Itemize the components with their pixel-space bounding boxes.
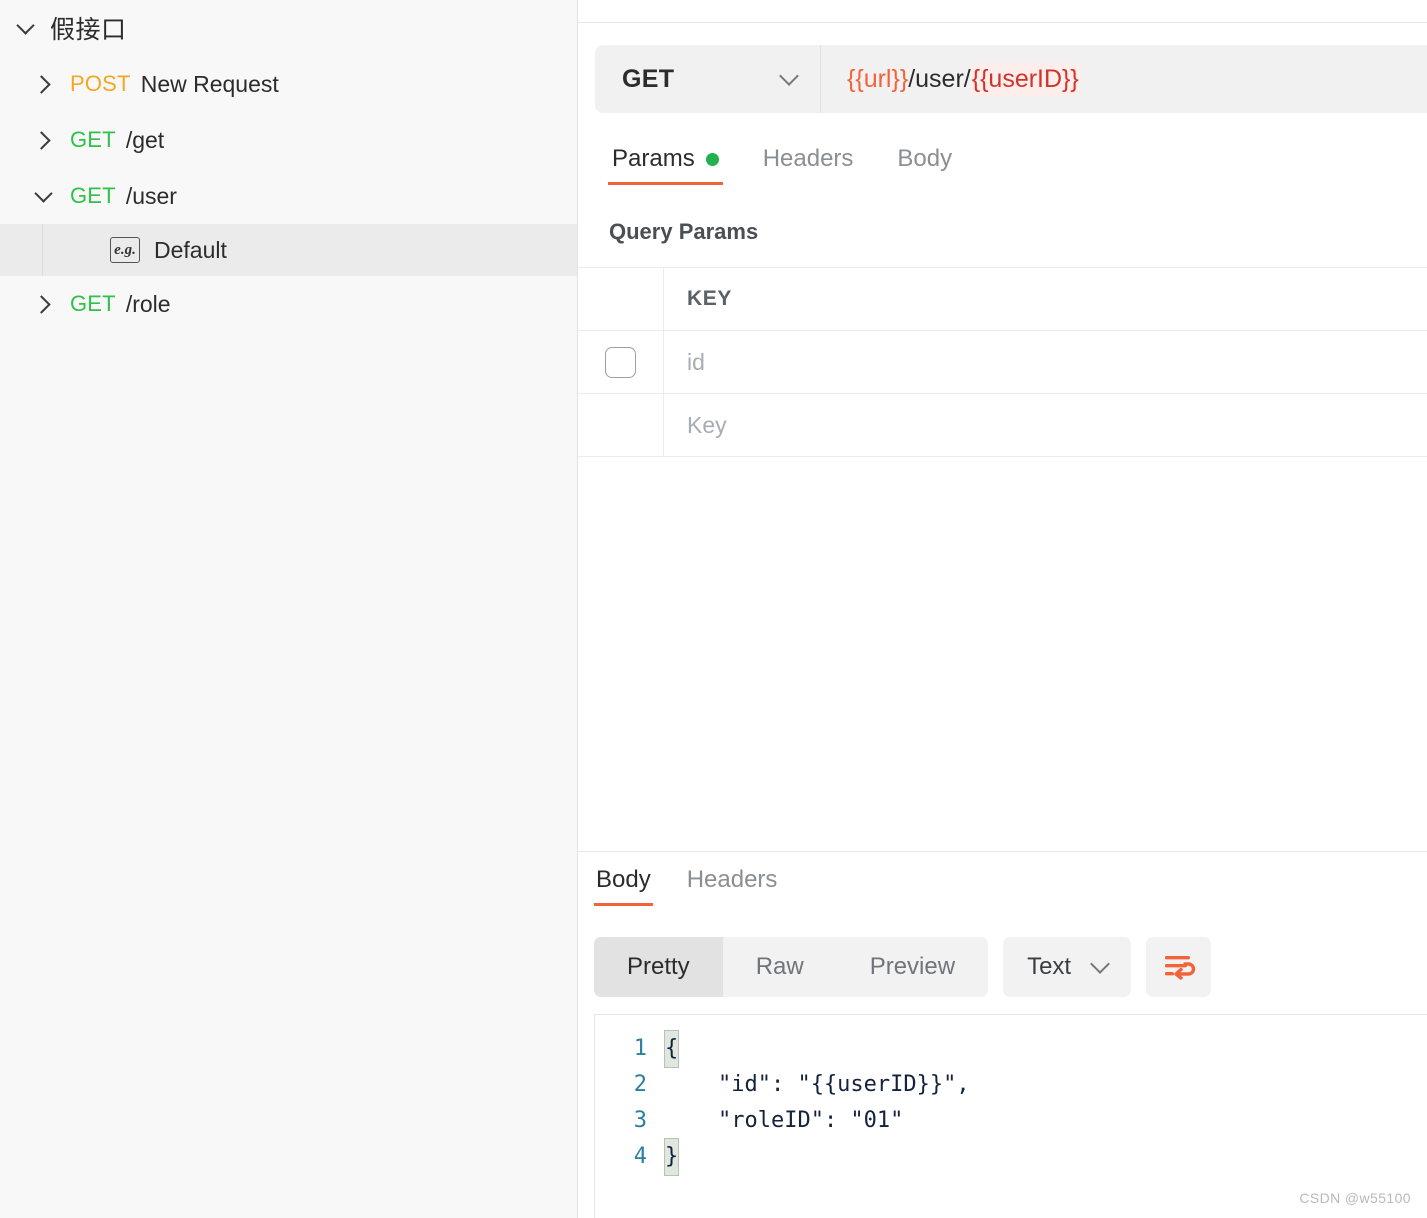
table-header-checkbox-cell: [578, 268, 664, 330]
line-number: 1: [633, 1036, 647, 1061]
tab-body[interactable]: Body: [875, 145, 974, 185]
column-header-key: KEY: [687, 287, 732, 310]
code-line-text: "roleID": "01": [665, 1108, 904, 1133]
row-checkbox-cell[interactable]: [578, 394, 664, 456]
example-name-label: Default: [154, 236, 227, 263]
sidebar-item-new-request[interactable]: POST New Request: [0, 56, 577, 112]
chevron-down-icon[interactable]: [12, 16, 38, 35]
url-bar: GET {{url}}/user/{{userID}}: [595, 45, 1427, 113]
response-divider[interactable]: [578, 851, 1427, 852]
response-format-select[interactable]: Text: [1003, 937, 1132, 997]
response-body-code: 1 { 2 "id": "{{userID}}", 3 "roleID": "0…: [595, 1015, 1427, 1176]
view-mode-raw-label: Raw: [755, 953, 804, 980]
row-checkbox-cell[interactable]: [578, 331, 664, 393]
tab-headers-label: Headers: [762, 145, 854, 172]
params-status-dot-icon: [705, 152, 719, 166]
chevron-right-icon[interactable]: [30, 74, 56, 94]
row-key-cell[interactable]: Key: [664, 394, 1427, 456]
chevron-down-icon[interactable]: [30, 184, 56, 203]
request-name-label: /get: [125, 126, 165, 153]
url-variable-userid: {{userID}}: [970, 62, 1080, 96]
response-toolbar: Pretty Raw Preview Text: [594, 937, 1212, 997]
request-editor-pane: GET {{url}}/user/{{userID}} Params Heade…: [578, 0, 1427, 1218]
row-checkbox[interactable]: [605, 346, 636, 378]
request-method-badge: GET: [70, 127, 116, 152]
tree-guide-line: [42, 224, 43, 276]
url-path-segment: /user/: [908, 64, 971, 93]
tab-body-label: Body: [897, 145, 953, 172]
line-number: 4: [633, 1144, 647, 1169]
table-header-key-cell: KEY: [664, 268, 1427, 330]
app-root: 假接口 POST New Request GET /get GET /user …: [0, 0, 1427, 1218]
view-mode-pretty-label: Pretty: [627, 953, 690, 980]
response-view-mode-group: Pretty Raw Preview: [594, 937, 989, 997]
response-tab-headers[interactable]: Headers: [669, 866, 796, 906]
view-mode-pretty[interactable]: Pretty: [594, 937, 723, 997]
request-method-badge: GET: [70, 183, 116, 208]
chevron-down-icon: [1090, 954, 1110, 976]
word-wrap-icon: [1164, 956, 1195, 980]
response-body-editor[interactable]: 1 { 2 "id": "{{userID}}", 3 "roleID": "0…: [594, 1014, 1427, 1218]
table-row[interactable]: id: [578, 331, 1427, 394]
code-line-text: {: [663, 1030, 680, 1068]
request-method-badge: GET: [70, 291, 116, 316]
chevron-right-icon[interactable]: [30, 130, 56, 150]
sidebar-item-user[interactable]: GET /user: [0, 168, 577, 224]
http-method-select[interactable]: GET: [595, 45, 821, 113]
row-key-cell[interactable]: id: [664, 331, 1427, 393]
top-divider: [578, 22, 1427, 23]
query-params-title: Query Params: [609, 219, 759, 244]
response-format-value: Text: [1027, 953, 1072, 980]
word-wrap-button[interactable]: [1146, 937, 1212, 997]
view-mode-preview-label: Preview: [869, 953, 956, 980]
http-method-value: GET: [622, 64, 675, 93]
code-line-text: }: [663, 1138, 680, 1176]
request-collection-sidebar: 假接口 POST New Request GET /get GET /user …: [0, 0, 578, 1218]
code-line-text: "id": "{{userID}}",: [665, 1072, 970, 1097]
request-name-label: New Request: [140, 70, 279, 97]
url-variable-url: {{url}}: [847, 64, 909, 93]
chevron-right-icon[interactable]: [30, 294, 56, 314]
sidebar-item-role[interactable]: GET /role: [0, 276, 577, 332]
row-key-value: id: [687, 348, 705, 375]
query-params-table: KEY id Key: [578, 267, 1427, 457]
watermark: CSDN @w55100: [1299, 1190, 1411, 1206]
code-line: 3 "roleID": "01": [595, 1103, 1427, 1139]
response-tab-headers-label: Headers: [686, 866, 778, 893]
request-name-label: /user: [125, 182, 177, 209]
view-mode-raw[interactable]: Raw: [723, 937, 837, 997]
response-tab-body-label: Body: [596, 866, 651, 893]
sidebar-item-default-example[interactable]: e.g. Default: [0, 224, 577, 276]
row-key-placeholder: Key: [687, 411, 727, 438]
url-input[interactable]: {{url}}/user/{{userID}}: [821, 45, 1427, 113]
code-line: 1 {: [595, 1030, 1427, 1068]
tab-params[interactable]: Params: [590, 145, 741, 185]
tab-headers[interactable]: Headers: [741, 145, 876, 185]
request-method-badge: POST: [70, 71, 131, 96]
table-header-row: KEY: [578, 268, 1427, 331]
view-mode-preview[interactable]: Preview: [837, 937, 988, 997]
request-name-label: /role: [125, 290, 171, 317]
eg-icon: e.g.: [110, 237, 140, 263]
collection-root-item[interactable]: 假接口: [0, 0, 577, 56]
response-tabs: Body Headers: [578, 866, 795, 906]
response-tab-body[interactable]: Body: [578, 866, 669, 906]
chevron-down-icon: [779, 66, 799, 88]
line-number: 3: [633, 1108, 647, 1133]
code-line: 2 "id": "{{userID}}",: [595, 1067, 1427, 1103]
collection-root-label: 假接口: [50, 16, 127, 44]
code-line: 4 }: [595, 1138, 1427, 1176]
tab-params-label: Params: [612, 145, 695, 172]
table-row[interactable]: Key: [578, 394, 1427, 457]
line-number: 2: [633, 1072, 647, 1097]
sidebar-item-get[interactable]: GET /get: [0, 112, 577, 168]
request-tabs: Params Headers Body: [590, 145, 974, 185]
